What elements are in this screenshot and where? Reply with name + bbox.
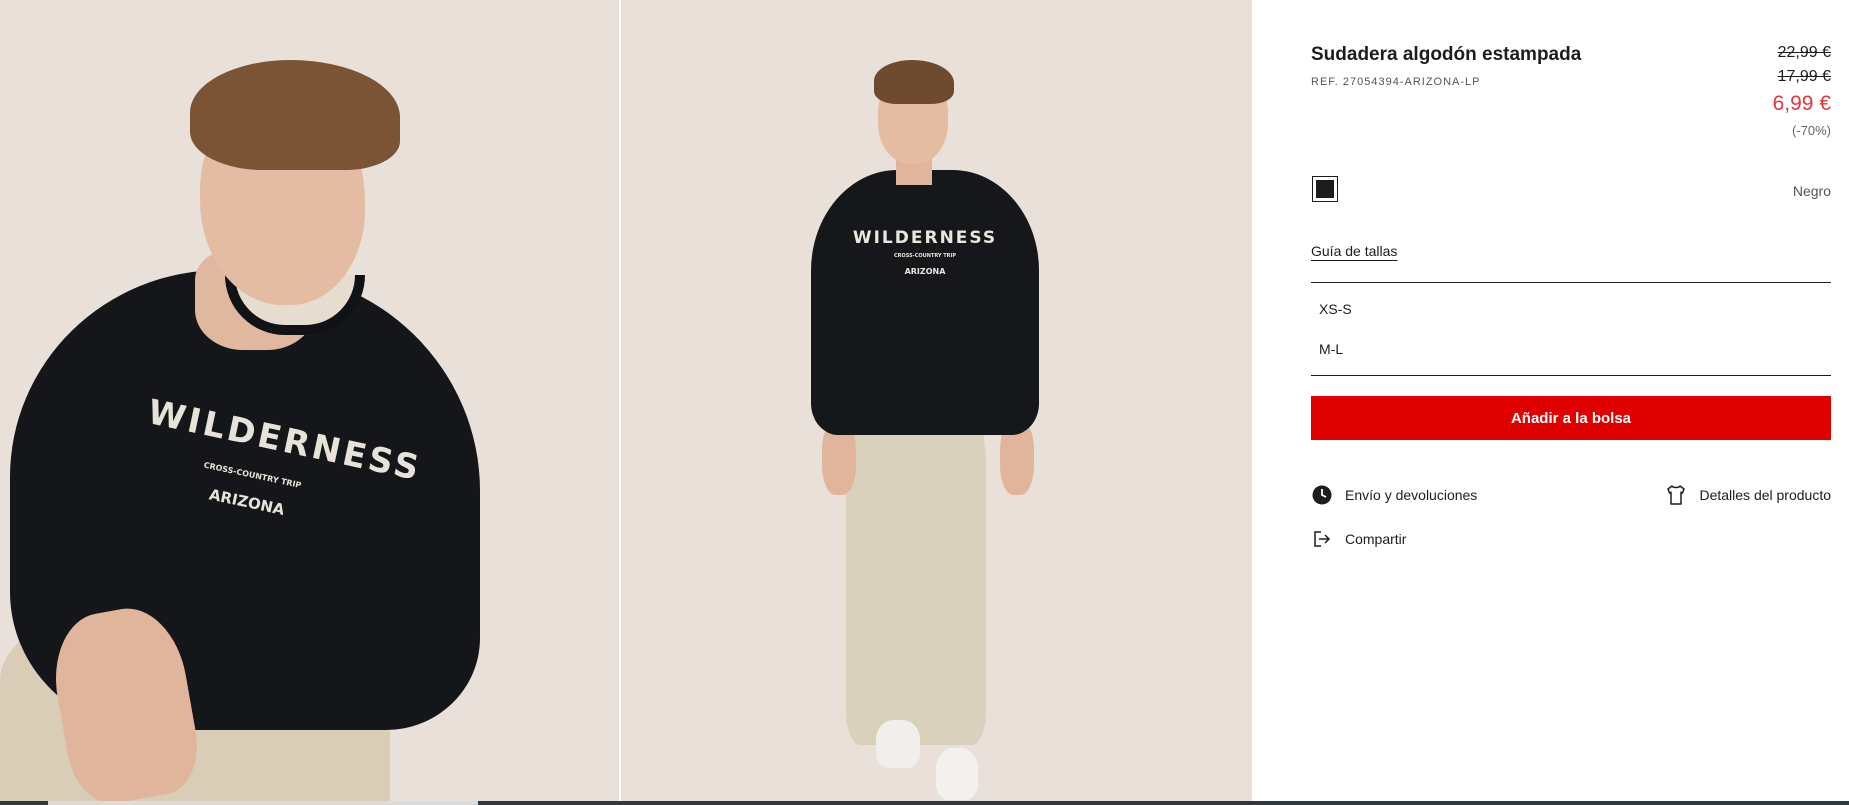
size-guide-link[interactable]: Guía de tallas <box>1311 243 1397 259</box>
original-price: 22,99 € <box>1777 44 1831 61</box>
previous-price: 17,99 € <box>1777 68 1831 85</box>
sweatshirt-print: WILDERNESS CROSS-COUNTRY TRIP ARIZONA <box>850 228 1000 276</box>
print-sub: CROSS-COUNTRY TRIP <box>893 253 957 259</box>
discount-badge: (-70%) <box>1791 123 1831 138</box>
share-link[interactable]: Compartir <box>1311 528 1406 550</box>
selected-color-name: Negro <box>1792 183 1831 199</box>
sale-price: 6,99 € <box>1772 92 1831 115</box>
shipping-returns-link[interactable]: Envío y devoluciones <box>1311 484 1477 506</box>
pants-shape <box>846 395 986 745</box>
add-to-bag-button[interactable]: Añadir a la bolsa <box>1311 396 1831 440</box>
share-label: Compartir <box>1345 531 1407 547</box>
size-option-m-l[interactable]: M-L <box>1311 329 1831 369</box>
shoe-shape <box>876 720 920 768</box>
share-icon <box>1311 528 1333 550</box>
price-block: 22,99 € 17,99 € 6,99 € (-70%) <box>1773 41 1831 142</box>
hair-shape <box>874 60 954 104</box>
swatch-fill <box>1316 180 1334 198</box>
product-info-panel: Sudadera algodón estampada REF. 27054394… <box>1252 0 1849 801</box>
color-swatch-black[interactable] <box>1312 176 1338 202</box>
sweatshirt-shape <box>811 170 1039 435</box>
print-headline: WILDERNESS <box>852 228 998 248</box>
product-details-label: Detalles del producto <box>1699 487 1831 503</box>
shoe-shape <box>936 748 978 800</box>
product-photo-closeup[interactable]: WILDERNESS CROSS-COUNTRY TRIP ARIZONA <box>0 0 619 801</box>
product-reference: REF. 27054394-ARIZONA-LP <box>1311 76 1481 88</box>
clock-icon <box>1311 484 1333 506</box>
product-title: Sudadera algodón estampada <box>1311 44 1582 65</box>
tshirt-icon <box>1665 484 1687 506</box>
product-details-link[interactable]: Detalles del producto <box>1665 484 1831 506</box>
scrollbar-thumb[interactable] <box>48 801 478 805</box>
shipping-returns-label: Envío y devoluciones <box>1345 487 1478 503</box>
size-option-xs-s[interactable]: XS-S <box>1311 289 1831 329</box>
size-selector: XS-S M-L <box>1311 282 1831 376</box>
hair-shape <box>190 60 400 170</box>
print-place: ARIZONA <box>904 267 946 276</box>
